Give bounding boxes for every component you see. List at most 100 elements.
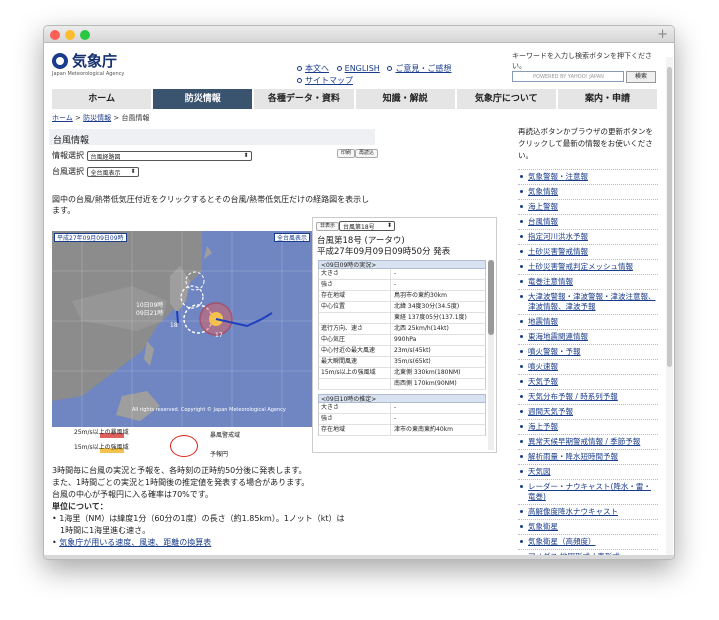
bullet-icon <box>387 66 393 71</box>
table-row: 東経 137度05分(137.1度) <box>318 313 486 324</box>
sidebar-item[interactable]: 土砂災害警戒情報 <box>518 244 658 259</box>
search-button[interactable]: 検索 <box>626 71 656 83</box>
chevron-down-icon: ⬍ <box>243 151 249 159</box>
typhoon-number-select[interactable]: 台風第18号 ⬍ <box>339 221 395 231</box>
note-p2: また、1時間ごとの実況と1時間後の推定値を発表する場合があります。 <box>52 478 310 487</box>
close-icon[interactable] <box>50 30 60 40</box>
sidebar-item[interactable]: 気象衛星（高頻度） <box>518 534 658 549</box>
jma-logo-icon[interactable] <box>52 53 68 69</box>
sidebar-item[interactable]: 東海地震関連情報 <box>518 329 658 344</box>
sidebar-item[interactable]: 週間天気予報 <box>518 404 658 419</box>
new-tab-icon[interactable]: + <box>657 26 668 43</box>
map-graphic: 17 18 10日09時 09日21時 <box>52 231 312 427</box>
sidebar-item[interactable]: 天気分布予報 / 時系列予報 <box>518 389 658 404</box>
conversion-link[interactable]: 気象庁が用いる速度、風速、距離の換算表 <box>59 538 211 547</box>
sidebar-item[interactable]: 解析雨量・降水短時間予報 <box>518 449 658 464</box>
sidebar-item[interactable]: 噴火警報・予報 <box>518 344 658 359</box>
search-input[interactable]: POWERED BY YAHOO! JAPAN <box>512 71 624 82</box>
sidebar-item[interactable]: 海上警報 <box>518 199 658 214</box>
sidebar-item[interactable]: 異常天候早期警戒情報 / 季節予報 <box>518 434 658 449</box>
search-placeholder: POWERED BY YAHOO! JAPAN <box>533 74 604 80</box>
site-name[interactable]: 気象庁 <box>72 50 117 71</box>
actual-header: <09日09時の実況> <box>318 260 486 269</box>
sidebar-item[interactable]: 噴火速報 <box>518 359 658 374</box>
sidebar-note: 再読込ボタンかブラウザの更新ボタンをクリックして最新の情報をお使いください。 <box>518 127 653 160</box>
nav-about[interactable]: 気象庁について <box>457 89 558 109</box>
map-legend: 25m/s以上の暴風域 15m/s以上の強風域 暴風警戒域 予報円 <box>52 427 252 465</box>
sidebar-item[interactable]: 大津波警報・津波警報・津波注意報、津波情報、津波予報 <box>518 289 658 314</box>
sidebar-item[interactable]: 土砂災害警戒判定メッシュ情報 <box>518 259 658 274</box>
breadcrumb-home[interactable]: ホーム <box>52 114 73 122</box>
table-row: 15m/s以上の強風域 北東側 330km(180NM) <box>318 368 486 379</box>
table-row: 大きさ - <box>318 269 486 280</box>
info-select[interactable]: 台風経路図 ⬍ <box>86 150 252 161</box>
header-links: 本文へ ENGLISH ご意見・ご感想 サイトマップ <box>297 63 451 87</box>
print-button[interactable]: 印刷 <box>337 149 356 158</box>
legend-forecast: 予報円 <box>210 451 229 458</box>
chevron-down-icon: ⬍ <box>130 167 136 175</box>
legend-strong: 15m/s以上の強風域 <box>74 444 129 451</box>
info-select-label: 情報選択 <box>52 151 84 160</box>
table-row: 強さ - <box>318 414 486 425</box>
nav-data[interactable]: 各種データ・資料 <box>254 89 356 109</box>
window-bottom-bar <box>44 555 674 559</box>
reload-button[interactable]: 再読込 <box>355 149 379 158</box>
table-row: 中心位置 北緯 34度30分(34.5度) <box>318 302 486 313</box>
sidebar-item[interactable]: 高解像度降水ナウキャスト <box>518 504 658 519</box>
table-row: 強さ - <box>318 280 486 291</box>
link-sitemap[interactable]: サイトマップ <box>305 76 353 85</box>
sidebar-item[interactable]: 海上予報 <box>518 419 658 434</box>
map-copyright: All rights reserved. Copyright © Japan M… <box>132 407 286 413</box>
panel-scrollbar[interactable] <box>488 260 494 450</box>
info-title: 台風第18号 (アータウ) 平成27年09月09日09時50分 発表 <box>317 236 450 258</box>
nav-guide[interactable]: 案内・申請 <box>558 89 660 109</box>
sidebar-item[interactable]: 台風情報 <box>518 214 658 229</box>
link-feedback[interactable]: ご意見・ご感想 <box>395 64 451 73</box>
legend-gale: 25m/s以上の暴風域 <box>74 429 129 436</box>
note-p1: 3時間毎に台風の実況と予報を、各時刻の正時約50分後に発表します。 <box>52 466 307 475</box>
map-label-a: 10日09時 <box>136 301 163 309</box>
map-timestamp: 平成27年09月09日09時 <box>54 233 127 242</box>
typhoon-track-map[interactable]: 17 18 10日09時 09日21時 平成27年09月09日09時 全台風表示… <box>52 231 312 427</box>
conversion-link-row: • 気象庁が用いる速度、風速、距離の換算表 <box>52 538 212 547</box>
issue-time: 平成27年09月09日09時50分 発表 <box>317 247 451 257</box>
sidebar-item[interactable]: 地震情報 <box>518 314 658 329</box>
breadcrumb-current: 台風情報 <box>121 114 150 122</box>
bullet-icon <box>336 66 342 71</box>
typhoon-select-value: 全台風表示 <box>90 169 121 177</box>
main-nav: ホーム 防災情報 各種データ・資料 知識・解説 気象庁について 案内・申請 <box>52 89 660 109</box>
table-row: 最大瞬間風速 35m/s(65kt) <box>318 357 486 368</box>
chevron-down-icon: ⬍ <box>386 222 392 229</box>
maximize-icon[interactable] <box>80 30 90 40</box>
breadcrumb-bosai[interactable]: 防災情報 <box>83 114 111 122</box>
nav-home[interactable]: ホーム <box>52 89 154 109</box>
nav-knowledge[interactable]: 知識・解説 <box>356 89 457 109</box>
sidebar-item[interactable]: 竜巻注意情報 <box>518 274 658 289</box>
table-row: 存在地域 津市の東南東約40km <box>318 425 486 436</box>
units-heading: 単位について： <box>52 502 108 511</box>
map-label-18: 18 <box>170 322 178 329</box>
hide-button[interactable]: 非表示 <box>316 222 340 231</box>
browser-window: + 気象庁 Japan Meteorological Agency 本文へ EN… <box>43 25 675 560</box>
link-main-text[interactable]: 本文へ <box>305 64 329 73</box>
page-scrollbar[interactable] <box>666 57 673 559</box>
sidebar-item[interactable]: 気象情報 <box>518 184 658 199</box>
body-notes: 3時間毎に台風の実況と予報を、各時刻の正時約50分後に発表します。 また、1時間… <box>52 465 376 549</box>
sidebar-item[interactable]: レーダー・ナウキャスト(降水・雷・竜巻) <box>518 479 658 504</box>
nav-bosai[interactable]: 防災情報 <box>153 89 255 109</box>
legend-warning: 暴風警戒域 <box>210 432 241 439</box>
bullet-icon <box>297 78 302 83</box>
sidebar-item[interactable]: 気象警報・注意報 <box>518 169 658 184</box>
forecast-header: <09日10時の推定> <box>318 394 486 403</box>
sidebar-item[interactable]: 指定河川洪水予報 <box>518 229 658 244</box>
breadcrumb: ホーム > 防災情報 > 台風情報 <box>52 114 150 122</box>
minimize-icon[interactable] <box>65 30 75 40</box>
sidebar-item[interactable]: 天気予報 <box>518 374 658 389</box>
sidebar-item[interactable]: 気象衛星 <box>518 519 658 534</box>
typhoon-select[interactable]: 全台風表示 ⬍ <box>86 166 139 177</box>
sidebar-item[interactable]: 天気図 <box>518 464 658 479</box>
table-row: 大きさ - <box>318 403 486 414</box>
map-label-b: 09日21時 <box>136 309 163 317</box>
table-row: 中心付近の最大風速 23m/s(45kt) <box>318 346 486 357</box>
link-english[interactable]: ENGLISH <box>345 64 380 73</box>
